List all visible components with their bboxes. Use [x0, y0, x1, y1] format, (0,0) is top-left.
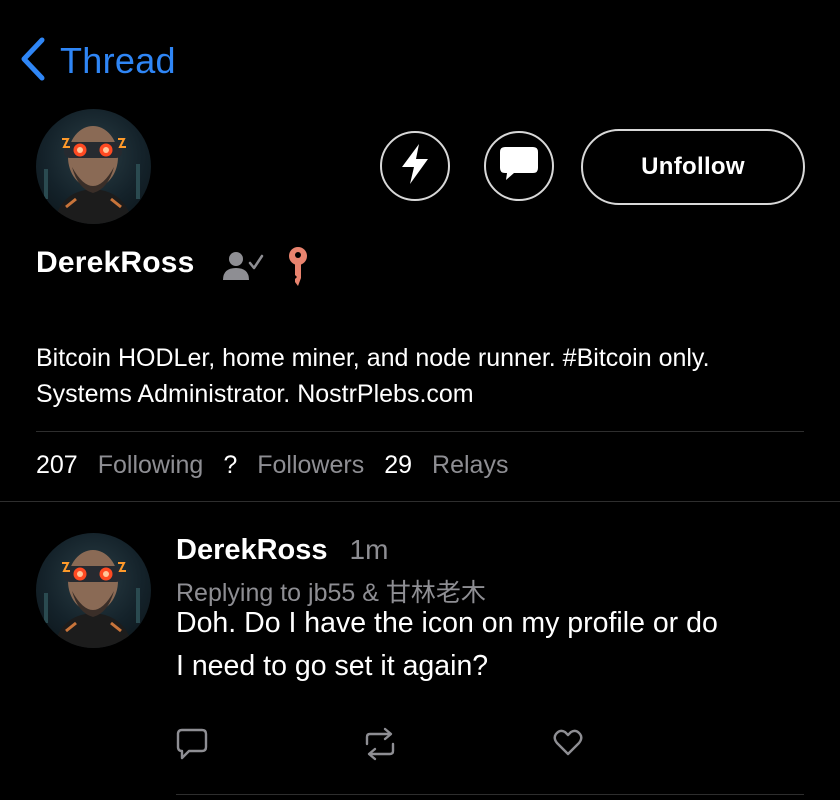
relays-stat[interactable]: 29 Relays: [384, 451, 528, 480]
bio-line: Systems Administrator. NostrPlebs.com: [36, 380, 474, 408]
post-author-avatar[interactable]: [36, 533, 151, 648]
bio-line: Bitcoin HODLer, home miner, and node run…: [36, 344, 710, 372]
post-author-name[interactable]: DerekRoss: [176, 534, 328, 567]
person-check-icon[interactable]: [222, 250, 264, 287]
thread-screen: Thread Unfollow DerekRoss Bitcoin HODLer…: [0, 0, 840, 800]
key-icon[interactable]: [286, 246, 310, 293]
chevron-left-icon: [18, 36, 46, 87]
repost-icon[interactable]: [363, 727, 397, 766]
profile-name: DerekRoss: [36, 246, 195, 279]
post-line: I need to go set it again?: [176, 650, 489, 682]
post-timestamp: 1m: [349, 534, 389, 565]
followers-count: ?: [223, 450, 238, 479]
profile-bio: Bitcoin HODLer, home miner, and node run…: [36, 340, 826, 412]
relays-label: Relays: [432, 450, 509, 479]
followers-stat[interactable]: ? Followers: [223, 451, 384, 480]
reply-icon[interactable]: [176, 727, 208, 766]
following-label: Following: [97, 450, 204, 479]
following-count: 207: [36, 450, 78, 479]
nav-title: Thread: [60, 40, 176, 81]
zap-button[interactable]: [380, 131, 450, 201]
message-button[interactable]: [484, 131, 554, 201]
profile-stats: 207 Following ? Followers 29 Relays: [36, 447, 528, 483]
lightning-icon: [399, 143, 431, 190]
post-header: DerekRoss 1m: [176, 534, 388, 567]
divider: [36, 431, 804, 432]
relays-count: 29: [384, 450, 413, 479]
back-button[interactable]: Thread: [18, 36, 176, 86]
post-content: Doh. Do I have the icon on my profile or…: [176, 602, 816, 688]
profile-avatar[interactable]: [36, 109, 151, 224]
post-line: Doh. Do I have the icon on my profile or…: [176, 607, 718, 639]
unfollow-button[interactable]: Unfollow: [581, 129, 805, 205]
divider: [0, 501, 840, 502]
like-icon[interactable]: [553, 727, 583, 762]
followers-label: Followers: [257, 450, 365, 479]
chat-bubble-icon: [499, 146, 539, 187]
following-stat[interactable]: 207 Following: [36, 451, 223, 480]
divider: [176, 794, 804, 795]
